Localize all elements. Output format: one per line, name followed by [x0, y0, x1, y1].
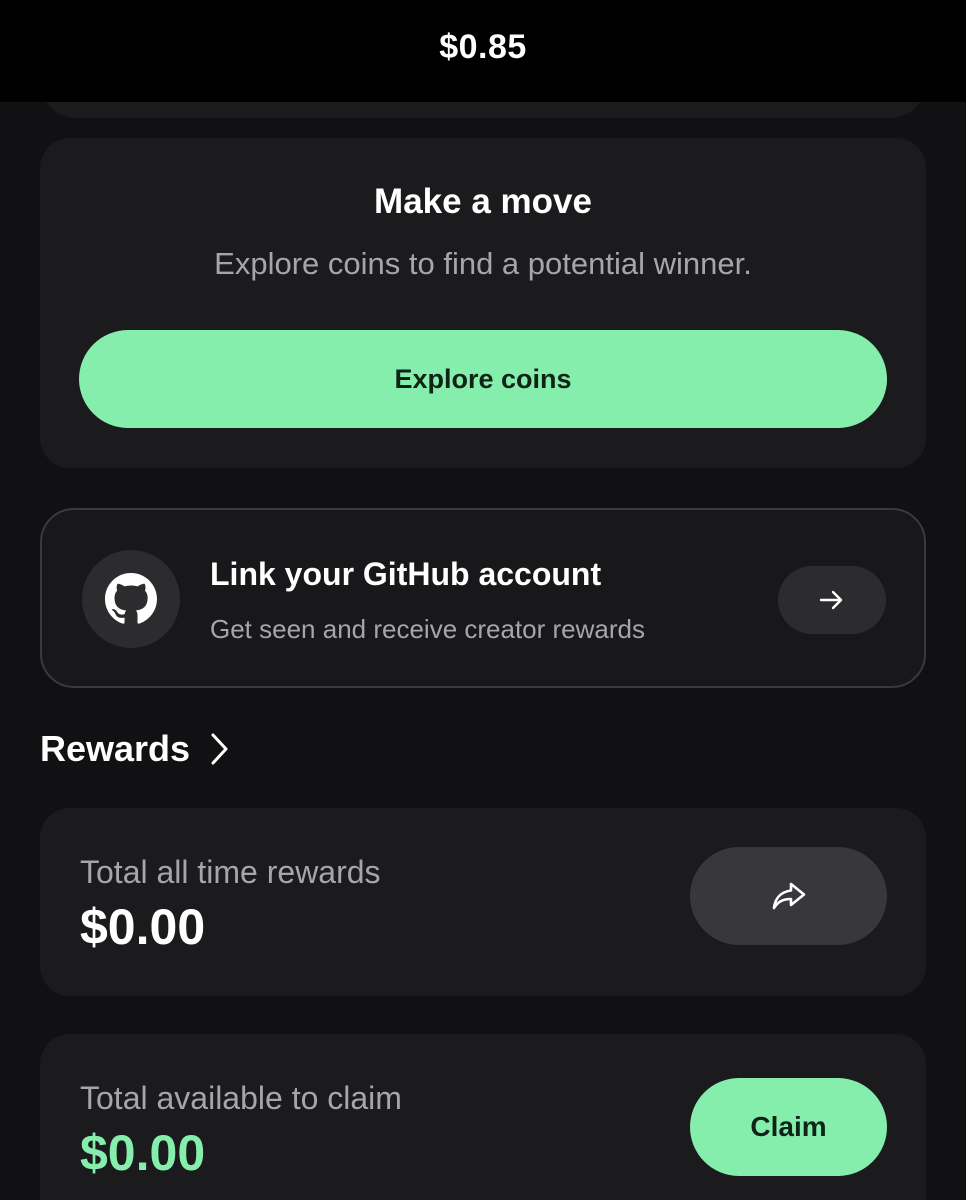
claimable-rewards-card: Total available to claim $0.00 Claim — [40, 1034, 926, 1200]
link-github-button[interactable] — [778, 566, 886, 634]
balance-amount: $0.85 — [439, 27, 527, 66]
arrow-right-icon — [819, 590, 843, 610]
claimable-label: Total available to claim — [80, 1080, 402, 1116]
explore-coins-button[interactable]: Explore coins — [79, 330, 887, 428]
rewards-title: Rewards — [40, 728, 191, 769]
make-a-move-card: Make a move Explore coins to find a pote… — [40, 138, 926, 468]
share-icon — [772, 882, 805, 910]
make-a-move-subtitle: Explore coins to find a potential winner… — [214, 246, 752, 281]
balance-header: $0.85 — [0, 0, 966, 102]
rewards-section-link[interactable]: Rewards — [40, 724, 230, 774]
link-github-card[interactable]: Link your GitHub account Get seen and re… — [40, 508, 926, 688]
share-rewards-button[interactable] — [690, 847, 887, 945]
chevron-right-icon — [211, 733, 228, 765]
github-icon — [82, 550, 180, 648]
total-rewards-value: $0.00 — [80, 899, 206, 955]
claim-button[interactable]: Claim — [690, 1078, 887, 1176]
claimable-value: $0.00 — [80, 1125, 206, 1181]
make-a-move-title: Make a move — [374, 182, 592, 221]
app-screen: $0.85 Make a move Explore coins to find … — [0, 0, 966, 1200]
github-card-subtitle: Get seen and receive creator rewards — [210, 614, 645, 644]
github-card-title: Link your GitHub account — [210, 556, 602, 592]
total-rewards-card: Total all time rewards $0.00 — [40, 808, 926, 996]
total-rewards-label: Total all time rewards — [80, 854, 381, 890]
